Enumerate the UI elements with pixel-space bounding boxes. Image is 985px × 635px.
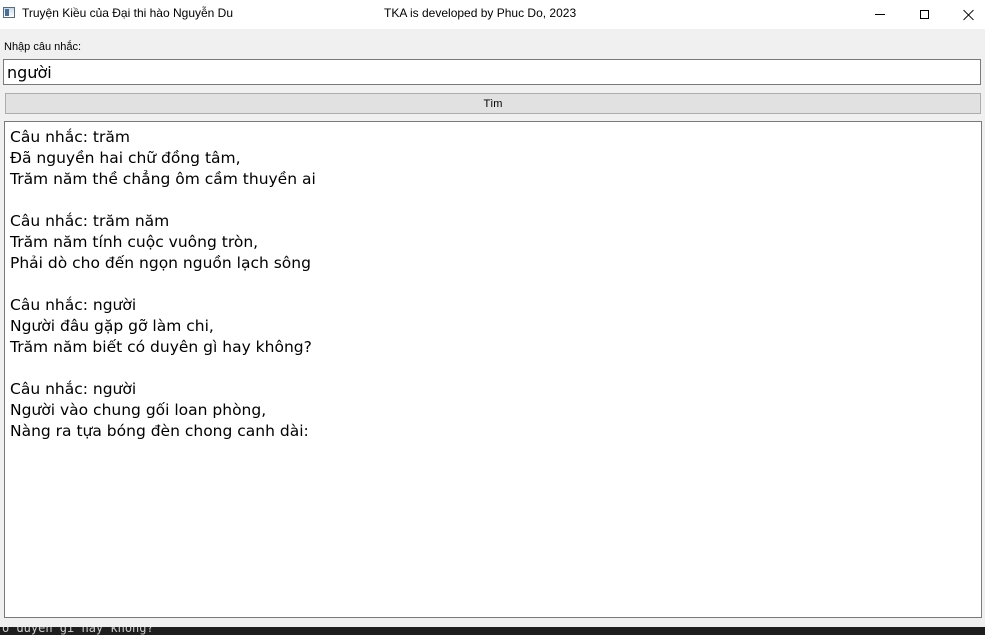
close-button[interactable] — [946, 0, 985, 29]
minimize-button[interactable] — [857, 0, 903, 29]
maximize-button[interactable] — [901, 0, 947, 29]
app-window: Truyện Kiều của Đại thi hào Nguyễn Du TK… — [0, 0, 985, 635]
result-verse-line: Nàng ra tựa bóng đèn chong canh dài: — [10, 422, 309, 440]
result-entry: Câu nhắc: người Người vào chung gối loan… — [10, 379, 976, 442]
result-entry: Câu nhắc: trăm Đã nguyền hai chữ đồng tâ… — [10, 127, 976, 190]
result-verse-line: Phải dò cho đến ngọn nguồn lạch sông — [10, 254, 311, 272]
minimize-icon — [875, 14, 885, 15]
window-title: Truyện Kiều của Đại thi hào Nguyễn Du — [22, 6, 234, 20]
result-prompt-line: Câu nhắc: trăm năm — [10, 212, 170, 230]
result-entry: Câu nhắc: người Người đâu gặp gỡ làm chi… — [10, 295, 976, 358]
result-prompt-line: Câu nhắc: người — [10, 380, 137, 398]
search-button[interactable]: Tìm — [5, 93, 981, 114]
prompt-label: Nhập câu nhắc: — [4, 41, 82, 53]
close-icon — [963, 9, 975, 21]
result-verse-line: Đã nguyền hai chữ đồng tâm, — [10, 149, 241, 167]
result-entry: Câu nhắc: trăm năm Trăm năm tính cuộc vu… — [10, 211, 976, 274]
terminal-strip: ó duyên gì hay không? — [0, 627, 985, 635]
result-verse-line: Người đâu gặp gỡ làm chi, — [10, 317, 214, 335]
result-prompt-line: Câu nhắc: người — [10, 296, 137, 314]
result-prompt-line: Câu nhắc: trăm — [10, 128, 130, 146]
prompt-input[interactable] — [3, 59, 981, 85]
maximize-icon — [919, 10, 929, 19]
result-verse-line: Trăm năm tính cuộc vuông tròn, — [10, 233, 259, 251]
developer-credit: TKA is developed by Phuc Do, 2023 — [384, 6, 577, 20]
title-bar[interactable]: Truyện Kiều của Đại thi hào Nguyễn Du TK… — [0, 0, 985, 29]
app-window-icon — [3, 7, 15, 18]
terminal-output: ó duyên gì hay không? — [2, 627, 154, 635]
results-text-area[interactable]: Câu nhắc: trăm Đã nguyền hai chữ đồng tâ… — [4, 121, 982, 618]
result-verse-line: Người vào chung gối loan phòng, — [10, 401, 267, 419]
result-verse-line: Trăm năm thề chẳng ôm cầm thuyền ai — [10, 170, 316, 188]
result-verse-line: Trăm năm biết có duyên gì hay không? — [10, 338, 312, 356]
